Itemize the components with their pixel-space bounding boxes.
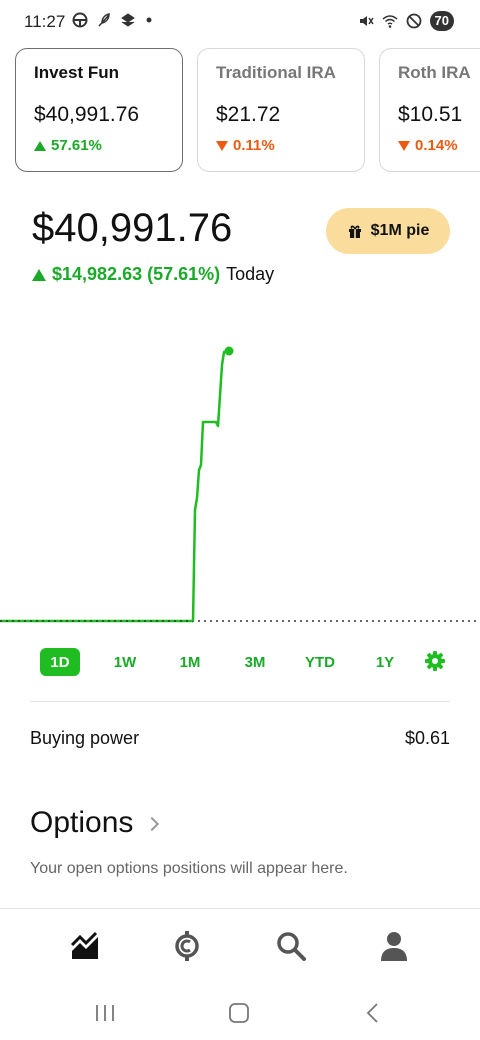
buying-power-value: $0.61: [404, 728, 450, 748]
tab-1d[interactable]: 1D: [40, 648, 80, 676]
portfolio-change-period: Today: [226, 264, 275, 284]
promo-pie-label: $1M pie: [370, 222, 430, 239]
nav-crypto[interactable]: [170, 929, 204, 963]
account-name: Traditional IRA: [216, 63, 336, 82]
home-icon: [229, 1003, 249, 1023]
chart-line: [191, 349, 230, 622]
status-notification-icons: [72, 12, 160, 28]
up-arrow-icon: [34, 140, 46, 151]
account-change-percent: 57.61%: [51, 137, 102, 154]
account-card-roth-ira[interactable]: Roth IRA $10.51 0.14%: [379, 48, 480, 172]
account-cards: Invest Fun $40,991.76 57.61% Traditional…: [15, 48, 480, 172]
account-value: $10.51: [398, 103, 463, 126]
section-divider: [30, 701, 450, 702]
battery-indicator: 70: [429, 11, 454, 31]
chart-current-point: [224, 346, 234, 356]
options-header[interactable]: Options: [30, 806, 160, 840]
nav-search[interactable]: [274, 929, 308, 963]
account-name: Roth IRA: [398, 63, 471, 82]
status-system-icons: 70: [358, 11, 454, 31]
tab-3m[interactable]: 3M: [236, 648, 274, 676]
wifi-icon: [382, 15, 398, 28]
do-not-disturb-icon: [406, 13, 421, 29]
account-value: $40,991.76: [34, 103, 140, 126]
portfolio-change-amount: $14,982.63 (57.61%): [52, 264, 221, 284]
tab-1m[interactable]: 1M: [171, 648, 209, 676]
layers-icon: [121, 13, 135, 27]
account-card-invest-fun[interactable]: Invest Fun $40,991.76 57.61%: [15, 48, 183, 172]
gear-icon[interactable]: [424, 650, 446, 672]
options-title: Options: [30, 806, 134, 839]
home-button[interactable]: [224, 998, 254, 1028]
account-name: Invest Fun: [34, 63, 120, 82]
gift-icon: [348, 225, 361, 238]
mute-icon: [359, 16, 374, 26]
down-arrow-icon: [216, 140, 228, 151]
back-button[interactable]: [358, 998, 388, 1028]
tab-ytd[interactable]: YTD: [298, 648, 342, 676]
tab-1w[interactable]: 1W: [106, 648, 144, 676]
account-card-traditional-ira[interactable]: Traditional IRA $21.72 0.11%: [197, 48, 365, 172]
account-change: 57.61%: [34, 137, 164, 154]
recent-apps-button[interactable]: [90, 998, 120, 1028]
tab-1y[interactable]: 1Y: [368, 648, 402, 676]
account-icon: [381, 932, 407, 961]
buying-power-row[interactable]: Buying power $0.61: [30, 728, 450, 749]
system-nav-bar: [0, 988, 480, 1040]
bottom-nav: [0, 908, 480, 980]
crypto-icon: [175, 931, 199, 961]
portfolio-value: $40,991.76: [32, 206, 233, 250]
nav-investing[interactable]: [69, 929, 103, 963]
search-icon: [277, 932, 306, 961]
account-change-percent: 0.11%: [233, 137, 275, 154]
status-bar: 11:27 70: [0, 0, 480, 44]
buying-power-label: Buying power: [30, 728, 140, 748]
back-icon: [366, 1003, 378, 1023]
range-tabs: 1D 1W 1M 3M YTD 1Y: [0, 648, 480, 678]
steering-wheel-icon: [72, 12, 88, 28]
dot-icon: [146, 17, 152, 23]
account-change: 0.11%: [216, 137, 346, 154]
status-time: 11:27: [24, 12, 66, 31]
account-value: $21.72: [216, 103, 281, 126]
portfolio-change: $14,982.63 (57.61%) Today: [32, 264, 274, 285]
feather-icon: [98, 13, 110, 27]
chevron-right-icon: [145, 816, 160, 832]
recent-apps-icon: [96, 1005, 114, 1021]
options-subtitle: Your open options positions will appear …: [30, 860, 348, 877]
portfolio-chart[interactable]: [0, 330, 480, 630]
nav-account[interactable]: [377, 929, 411, 963]
down-arrow-icon: [398, 140, 410, 151]
promo-pie-button[interactable]: $1M pie: [326, 208, 450, 254]
up-arrow-icon: [32, 268, 46, 281]
investing-icon: [70, 931, 98, 959]
account-change-percent: 0.14%: [415, 137, 458, 154]
account-change: 0.14%: [398, 137, 480, 154]
